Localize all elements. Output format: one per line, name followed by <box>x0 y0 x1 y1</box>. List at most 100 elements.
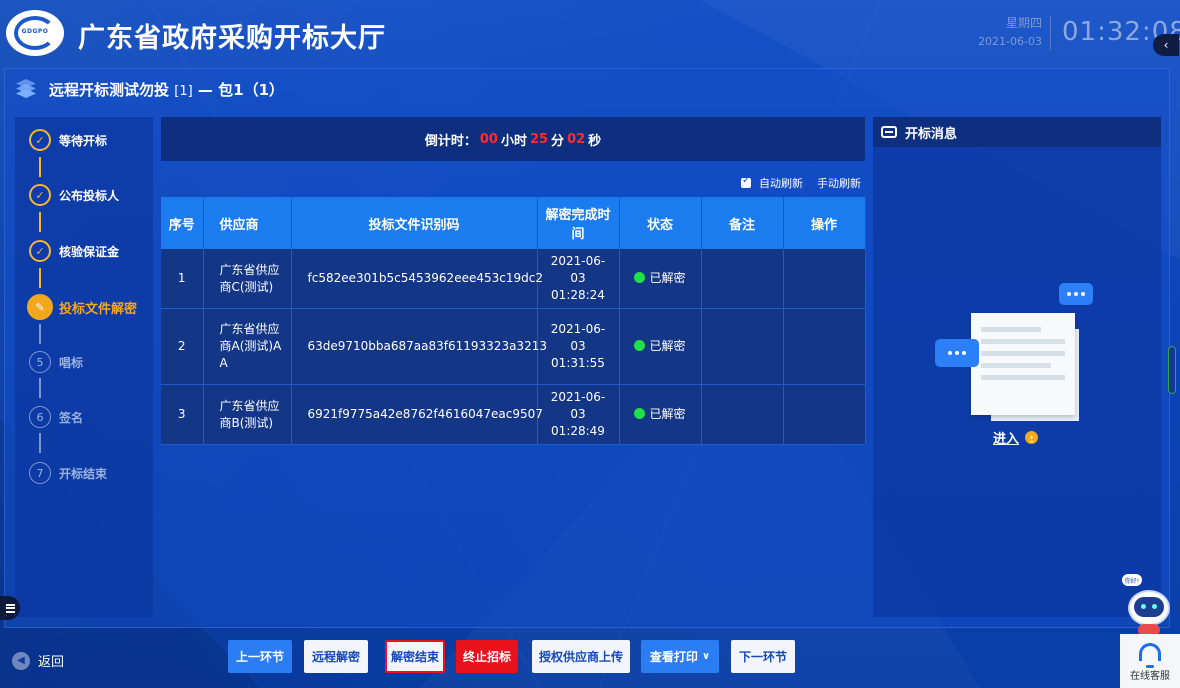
view-print-label: 查看打印 <box>649 650 698 664</box>
messages-header: 开标消息 <box>873 117 1161 147</box>
cell-supplier: 广东省供应商C(测试) <box>203 249 292 309</box>
step-label: 签名 <box>59 410 84 425</box>
cell-code: 6921f9775a42e8762f4616047eac9507 <box>291 384 543 445</box>
step-label: 等待开标 <box>59 133 108 148</box>
back-link[interactable]: ◀ 返回 <box>12 651 64 670</box>
decrypt-end-button[interactable]: 解密结束 <box>385 640 445 673</box>
col-header-note: 备注 <box>701 197 784 249</box>
countdown-prefix: 倒计时： <box>424 133 477 149</box>
robot-avatar-icon[interactable] <box>1124 588 1172 636</box>
top-bar: GDGPO 广东省政府采购开标大厅 星期四 2021-06-03 01:32:0… <box>0 0 1180 66</box>
cell-status: 已解密 <box>619 249 702 309</box>
service-label: 在线客服 <box>1130 671 1170 682</box>
step-label: 投标文件解密 <box>59 301 138 317</box>
cell-code: fc582ee301b5c5453962eee453c19dc2 <box>291 249 543 309</box>
step-connector <box>39 324 41 344</box>
time-date: 2021-06-03 <box>550 390 606 421</box>
cell-no: 3 <box>161 384 204 445</box>
col-header-status: 状态 <box>619 197 702 249</box>
step-verify-deposit: ✓ 核验保证金 <box>29 240 119 262</box>
back-arrow-icon: ◀ <box>12 651 30 670</box>
logo-text: GDGPO <box>21 28 49 35</box>
step-number: 6 <box>29 406 51 428</box>
cell-decrypt-time: 2021-06-03 01:28:24 <box>537 249 620 309</box>
auto-refresh-label[interactable]: 自动刷新 <box>759 175 803 191</box>
next-step-button[interactable]: 下一环节 <box>731 640 795 673</box>
weekday: 星期四 <box>1005 16 1042 30</box>
step-sign: 6 签名 <box>29 406 83 428</box>
headset-icon <box>1139 643 1161 668</box>
cell-no: 2 <box>161 308 204 385</box>
remote-decrypt-button[interactable]: 远程解密 <box>304 640 368 673</box>
status-dot-icon <box>634 408 646 419</box>
col-header-code: 投标文件识别码 <box>291 197 538 249</box>
manual-refresh-link[interactable]: 手动刷新 <box>817 175 861 191</box>
step-connector <box>39 378 41 398</box>
messages-illustration <box>933 283 1103 423</box>
time-clock: 01:28:24 <box>551 288 605 302</box>
site-title: 广东省政府采购开标大厅 <box>78 23 386 54</box>
robot-greeting: 你好! <box>1122 574 1142 586</box>
cell-action <box>783 308 866 385</box>
gdgpo-logo: GDGPO <box>6 10 64 56</box>
countdown-bar: 倒计时： 00 小时 25 分 02 秒 <box>161 117 865 161</box>
layers-icon <box>13 78 39 100</box>
time-clock: 01:28:49 <box>551 424 605 438</box>
online-service-button[interactable]: 在线客服 <box>1120 634 1180 688</box>
cell-status: 已解密 <box>619 308 702 385</box>
project-name: 远程开标测试勿投 <box>49 80 170 99</box>
collapse-chevron-icon[interactable]: ‹ <box>1153 34 1179 56</box>
cell-no: 1 <box>161 249 204 309</box>
status-dot-icon <box>634 272 646 283</box>
table-row: 3 广东省供应商B(测试) 6921f9775a42e8762f4616047e… <box>161 384 866 445</box>
cell-action <box>783 384 866 445</box>
date-box: 星期四 2021-06-03 <box>968 14 1042 48</box>
status-text: 已解密 <box>649 407 686 421</box>
step-connector <box>39 157 41 177</box>
time-date: 2021-06-03 <box>550 322 606 353</box>
col-header-action: 操作 <box>783 197 866 249</box>
countdown-hours: 00 <box>479 131 498 147</box>
cell-note <box>701 384 784 445</box>
clock-divider <box>1050 16 1051 50</box>
chat-bubble-icon <box>935 339 979 367</box>
step-sidebar: ✓ 等待开标 ✓ 公布投标人 ✓ 核验保证金 ✎ 投标文件解密 5 唱标 6 签… <box>15 117 153 617</box>
project-bracket: [1] <box>174 83 193 99</box>
cell-status: 已解密 <box>619 384 702 445</box>
project-package: — 包1（1） <box>197 80 285 99</box>
chevron-down-icon: ∨ <box>701 651 711 662</box>
chat-bubble-icon <box>1059 283 1093 305</box>
countdown-seconds-unit: 秒 <box>588 133 602 149</box>
auto-refresh-checkbox[interactable] <box>741 175 751 188</box>
prev-step-button[interactable]: 上一环节 <box>228 640 292 673</box>
countdown-hours-unit: 小时 <box>500 133 527 149</box>
arrow-right-icon: › <box>1025 431 1039 444</box>
cell-decrypt-time: 2021-06-03 01:28:49 <box>537 384 620 445</box>
cell-supplier: 广东省供应商A(测试)AA <box>203 308 292 385</box>
col-header-supplier: 供应商 <box>203 197 292 249</box>
project-title: 远程开标测试勿投 [1] — 包1（1） <box>49 79 284 100</box>
view-print-button[interactable]: 查看打印 ∨ <box>641 640 719 673</box>
main-panel: 远程开标测试勿投 [1] — 包1（1） ✓ 等待开标 ✓ 公布投标人 ✓ 核验… <box>4 68 1170 628</box>
step-connector <box>39 212 41 232</box>
cell-action <box>783 249 866 309</box>
time-clock: 01:31:55 <box>551 356 605 370</box>
check-icon: ✓ <box>29 129 51 151</box>
side-scroll-handle[interactable] <box>1168 346 1176 394</box>
table-row: 1 广东省供应商C(测试) fc582ee301b5c5453962eee453… <box>161 249 866 309</box>
step-label: 公布投标人 <box>59 188 120 203</box>
step-announce: 5 唱标 <box>29 351 83 373</box>
table-row: 2 广东省供应商A(测试)AA 63de9710bba687aa83f61193… <box>161 308 866 385</box>
terminate-bid-button[interactable]: 终止招标 <box>456 640 518 673</box>
cell-note <box>701 249 784 309</box>
authorize-upload-button[interactable]: 授权供应商上传 <box>532 640 630 673</box>
cell-note <box>701 308 784 385</box>
online-service-widget[interactable]: 你好! 在线客服 <box>1120 572 1180 688</box>
step-label: 唱标 <box>59 355 84 370</box>
countdown-minutes-unit: 分 <box>551 133 565 149</box>
bid-messages-panel: 开标消息 进入 › <box>873 117 1161 617</box>
enter-link[interactable]: 进入 › <box>993 428 1039 447</box>
refresh-controls: 自动刷新 手动刷新 <box>741 175 861 191</box>
step-finish: 7 开标结束 <box>29 462 107 484</box>
pen-icon: ✎ <box>27 294 53 320</box>
